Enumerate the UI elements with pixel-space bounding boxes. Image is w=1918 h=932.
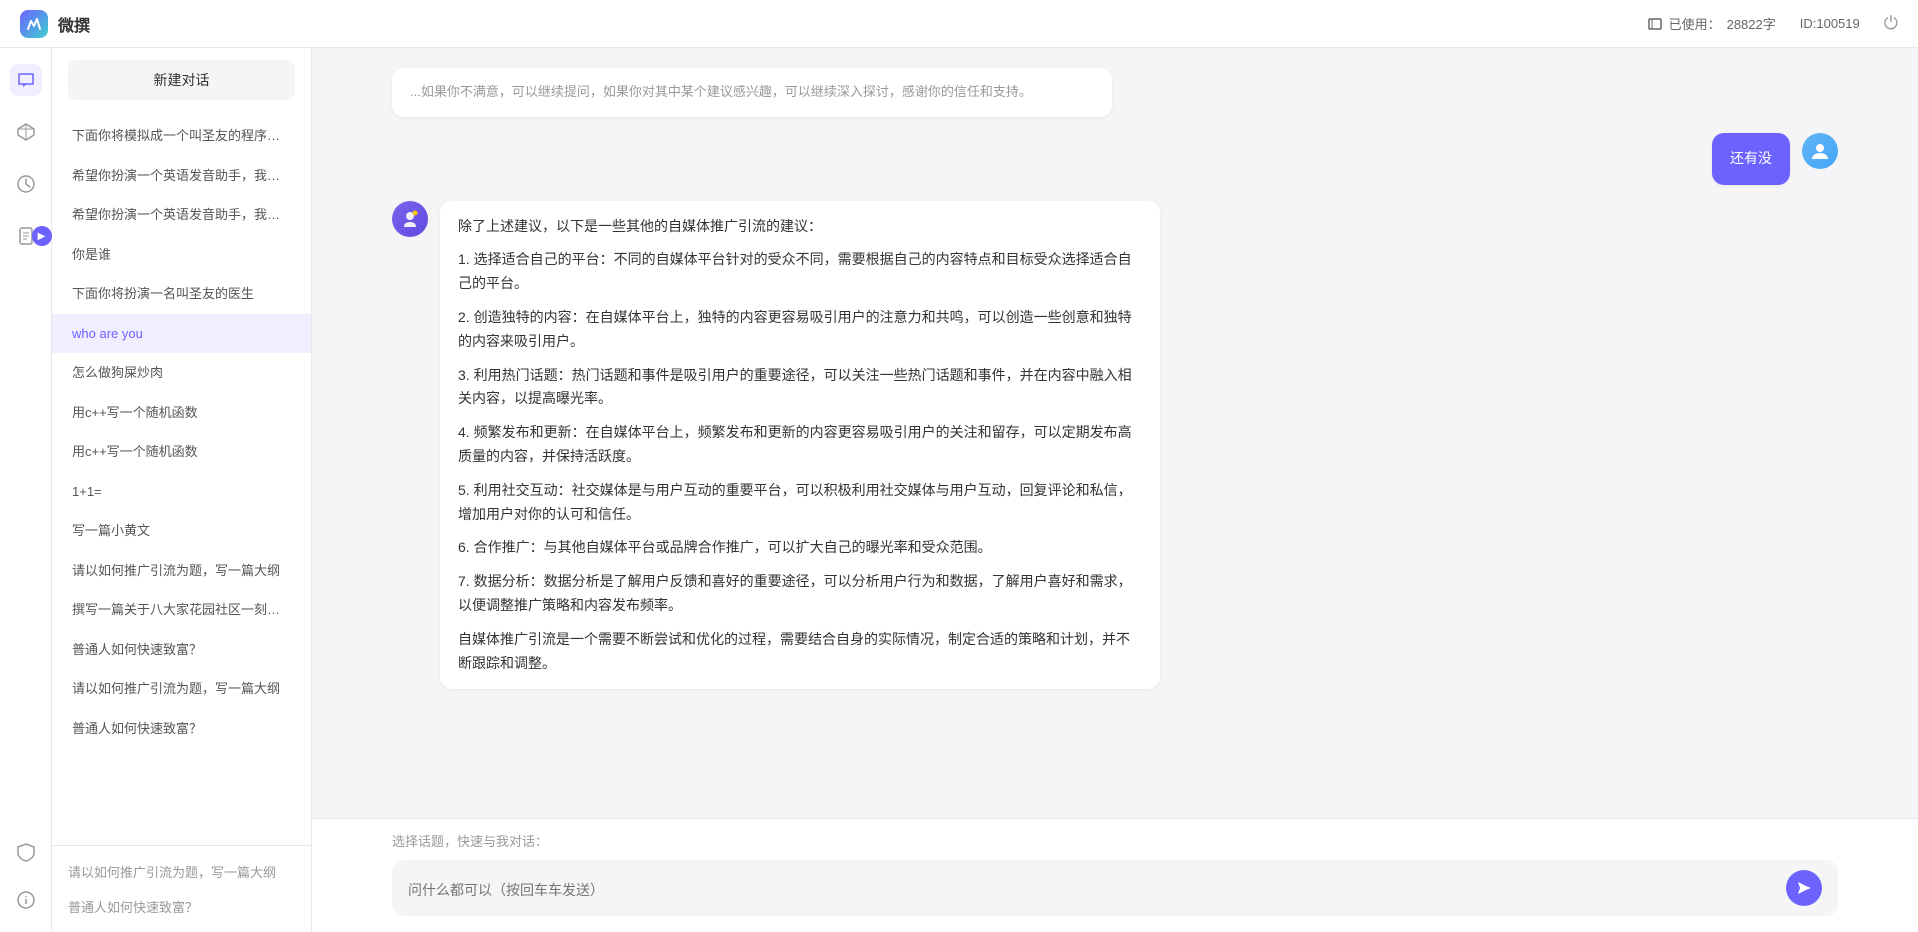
expand-arrow[interactable]: ▶ — [32, 226, 52, 246]
user-avatar — [1802, 133, 1838, 169]
topbar-left: 微撰 — [20, 10, 90, 38]
sidebar-bottom-item[interactable]: 请以如何推广引流为题，写一篇大纲 — [68, 858, 295, 885]
chat-list-item[interactable]: 请以如何推广引流为题，写一篇大纲 — [52, 669, 311, 709]
ai-paragraph: 除了上述建议，以下是一些其他的自媒体推广引流的建议： — [458, 215, 1142, 239]
sidebar-doc-icon[interactable]: ▶ — [10, 220, 42, 252]
input-row — [392, 860, 1838, 916]
sidebar-clock-icon[interactable] — [10, 168, 42, 200]
topbar-right: 已使用： 28822字 ID:100519 ⏻ — [1647, 13, 1898, 34]
chat-list-item[interactable]: 普通人如何快速致富？ — [52, 709, 311, 749]
chat-list-item[interactable]: 希望你扮演一个英语发音助手，我提供给你... — [52, 156, 311, 196]
chat-list-item[interactable]: 你是谁 — [52, 235, 311, 275]
app-logo — [20, 10, 48, 38]
main-layout: ▶ 新建对话 下面你将模拟成一个叫圣友的程序员，我说...希望你扮演一个英语发音… — [0, 48, 1918, 932]
icon-sidebar-bottom — [10, 836, 42, 916]
chat-input[interactable] — [408, 880, 1776, 896]
chat-input-area: 选择话题，快速与我对话： — [312, 818, 1918, 932]
icon-sidebar-top: ▶ — [10, 64, 42, 816]
ai-paragraph: 2. 创造独特的内容：在自媒体平台上，独特的内容更容易吸引用户的注意力和共鸣，可… — [458, 306, 1142, 354]
chat-list-item[interactable]: who are you — [52, 314, 311, 354]
chat-list-item[interactable]: 用c++写一个随机函数 — [52, 393, 311, 433]
usage-value: 28822字 — [1727, 14, 1776, 33]
user-message-bubble: 还有没 — [1712, 133, 1790, 185]
ai-paragraph: 自媒体推广引流是一个需要不断尝试和优化的过程，需要结合自身的实际情况，制定合适的… — [458, 628, 1142, 676]
ai-paragraph: 1. 选择适合自己的平台：不同的自媒体平台针对的受众不同，需要根据自己的内容特点… — [458, 248, 1142, 296]
user-id: ID:100519 — [1800, 16, 1860, 31]
chat-list-item[interactable]: 下面你将扮演一名叫圣友的医生 — [52, 274, 311, 314]
chat-list-item[interactable]: 怎么做狗屎炒肉 — [52, 353, 311, 393]
topbar: 微撰 已使用： 28822字 ID:100519 ⏻ — [0, 0, 1918, 48]
icon-sidebar: ▶ — [0, 48, 52, 932]
chat-list-item[interactable]: 希望你扮演一个英语发音助手，我提供给你... — [52, 195, 311, 235]
sidebar-bottom-item-2[interactable]: 普通人如何快速致富？ — [68, 893, 295, 920]
chat-messages: ...如果你不满意，可以继续提问，如果你对其中某个建议感兴趣，可以继续深入探讨，… — [312, 48, 1918, 818]
ai-message-bubble: 除了上述建议，以下是一些其他的自媒体推广引流的建议： 1. 选择适合自己的平台：不… — [440, 201, 1160, 690]
ai-paragraph: 6. 合作推广：与其他自媒体平台或品牌合作推广，可以扩大自己的曝光率和受众范围。 — [458, 536, 1142, 560]
sidebar-info-icon[interactable] — [10, 884, 42, 916]
chat-sidebar: 新建对话 下面你将模拟成一个叫圣友的程序员，我说...希望你扮演一个英语发音助手… — [52, 48, 312, 932]
usage-display: 已使用： 28822字 — [1647, 14, 1776, 33]
usage-label: 已使用： — [1669, 14, 1721, 33]
ai-paragraph: 3. 利用热门话题：热门话题和事件是吸引用户的重要途径，可以关注一些热门话题和事… — [458, 364, 1142, 412]
chat-list-item[interactable]: 下面你将模拟成一个叫圣友的程序员，我说... — [52, 116, 311, 156]
ai-message-row: 除了上述建议，以下是一些其他的自媒体推广引流的建议： 1. 选择适合自己的平台：不… — [392, 201, 1838, 690]
chat-list-item[interactable]: 请以如何推广引流为题，写一篇大纲 — [52, 551, 311, 591]
chat-area: ...如果你不满意，可以继续提问，如果你对其中某个建议感兴趣，可以继续深入探讨，… — [312, 48, 1918, 932]
sidebar-shield-icon[interactable] — [10, 836, 42, 868]
ai-paragraph: 4. 频繁发布和更新：在自媒体平台上，频繁发布和更新的内容更容易吸引用户的关注和… — [458, 421, 1142, 469]
quick-select-label: 选择话题，快速与我对话： — [392, 831, 1838, 850]
ai-avatar — [392, 201, 428, 237]
ai-paragraph: 5. 利用社交互动：社交媒体是与用户互动的重要平台，可以积极利用社交媒体与用户互… — [458, 479, 1142, 527]
user-message-text: 还有没 — [1730, 150, 1772, 166]
usage-icon — [1647, 16, 1663, 32]
ai-message-content: 除了上述建议，以下是一些其他的自媒体推广引流的建议： 1. 选择适合自己的平台：不… — [458, 215, 1142, 676]
power-button[interactable]: ⏻ — [1884, 13, 1898, 34]
chat-list-item[interactable]: 撰写一篇关于八大家花园社区一刻钟便民生... — [52, 590, 311, 630]
send-button[interactable] — [1786, 870, 1822, 906]
chat-sidebar-bottom: 请以如何推广引流为题，写一篇大纲 普通人如何快速致富？ — [52, 845, 311, 932]
chat-list-item[interactable]: 写一篇小黄文 — [52, 511, 311, 551]
chat-list-item[interactable]: 用c++写一个随机函数 — [52, 432, 311, 472]
sidebar-cube-icon[interactable] — [10, 116, 42, 148]
ai-paragraph: 7. 数据分析：数据分析是了解用户反馈和喜好的重要途径，可以分析用户行为和数据，… — [458, 570, 1142, 618]
chat-list-item[interactable]: 普通人如何快速致富？ — [52, 630, 311, 670]
chat-list: 下面你将模拟成一个叫圣友的程序员，我说...希望你扮演一个英语发音助手，我提供给… — [52, 112, 311, 845]
partial-top-message: ...如果你不满意，可以继续提问，如果你对其中某个建议感兴趣，可以继续深入探讨，… — [392, 68, 1112, 117]
sidebar-chat-icon[interactable] — [10, 64, 42, 96]
user-message-row: 还有没 — [392, 133, 1838, 185]
chat-list-item[interactable]: 1+1= — [52, 472, 311, 512]
new-chat-button[interactable]: 新建对话 — [68, 60, 295, 100]
app-title: 微撰 — [58, 12, 90, 36]
